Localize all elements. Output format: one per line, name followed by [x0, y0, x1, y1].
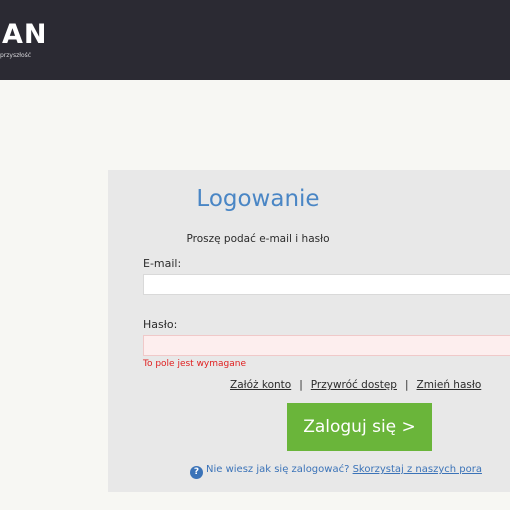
help-icon: ?: [190, 466, 203, 479]
logo-tagline: przyszłość: [0, 52, 32, 59]
create-account-link[interactable]: Załóż konto: [230, 379, 291, 391]
login-panel: Logowanie Proszę podać e-mail i hasło E-…: [108, 170, 510, 492]
password-error-message: To pole jest wymagane: [143, 359, 247, 369]
help-link[interactable]: Skorzystaj z naszych pora: [353, 464, 482, 475]
account-links: Załóż konto | Przywróć dostęp | Zmień hasło: [230, 378, 481, 392]
page-title: Logowanie: [196, 186, 320, 212]
top-header-bar: AN przyszłość: [0, 0, 510, 80]
password-label: Hasło:: [143, 318, 178, 331]
link-separator: |: [299, 379, 303, 391]
change-password-link[interactable]: Zmień hasło: [417, 379, 482, 391]
login-instructions: Proszę podać e-mail i hasło: [186, 233, 330, 245]
login-button[interactable]: Zaloguj się >: [287, 403, 432, 451]
email-field[interactable]: [143, 274, 510, 295]
password-field[interactable]: [143, 335, 510, 356]
restore-access-link[interactable]: Przywróć dostęp: [311, 379, 397, 391]
logo[interactable]: AN: [2, 18, 48, 52]
email-label: E-mail:: [143, 257, 182, 270]
link-separator: |: [404, 379, 409, 391]
login-help: ? Nie wiesz jak się zalogować? Skorzystaj…: [190, 463, 482, 479]
help-question: Nie wiesz jak się zalogować?: [206, 464, 350, 475]
